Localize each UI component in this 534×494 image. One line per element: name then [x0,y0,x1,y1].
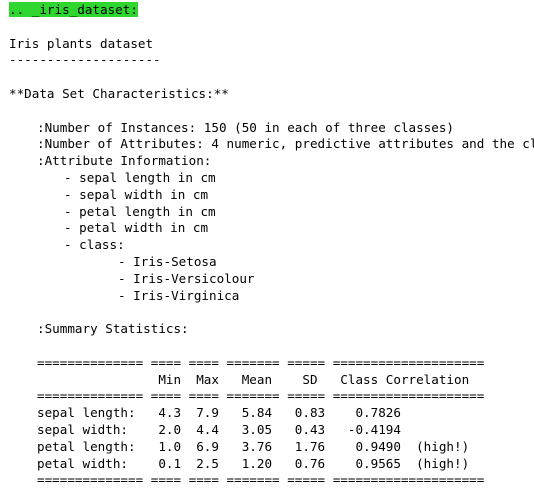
table-rule: ============== ==== ==== ======= ===== =… [37,472,485,488]
class-item: - Iris-Setosa [118,253,217,269]
attribute-item: - sepal length in cm [64,169,216,185]
dataset-label-highlight: .. _iris_dataset: [9,2,138,17]
class-item: - Iris-Virginica [118,287,240,303]
attribute-item: - petal width in cm [64,220,209,236]
table-row: sepal width: 2.0 4.4 3.05 0.43 -0.4194 [37,421,401,437]
table-row: sepal length: 4.3 7.9 5.84 0.83 0.7826 [37,405,401,421]
attribute-info-heading: :Attribute Information: [37,153,212,169]
title-underline: -------------------- [9,52,161,68]
instances-line: :Number of Instances: 150 (50 in each of… [37,119,455,135]
attribute-item: - sepal width in cm [64,186,209,202]
table-rule: ============== ==== ==== ======= ===== =… [37,388,485,404]
table-row: petal width: 0.1 2.5 1.20 0.76 0.9565 (h… [37,455,470,471]
document-title: Iris plants dataset [9,35,154,51]
class-item: - Iris-Versicolour [118,270,255,286]
table-rule: ============== ==== ==== ======= ===== =… [37,354,485,370]
summary-heading: :Summary Statistics: [37,321,189,337]
attributes-line: :Number of Attributes: 4 numeric, predic… [37,136,534,152]
label-line: .. _iris_dataset: [9,2,534,19]
dataset-description-document: .. _iris_dataset: Iris plants dataset --… [9,2,534,489]
attribute-item: - class: [64,237,125,253]
summary-table: ============== ==== ==== ======= ===== =… [9,355,534,489]
table-row: petal length: 1.0 6.9 3.76 1.76 0.9490 (… [37,438,470,454]
table-header: Min Max Mean SD Class Correlation [37,371,470,387]
attribute-item: - petal length in cm [64,203,216,219]
section-heading: **Data Set Characteristics:** [9,85,229,101]
